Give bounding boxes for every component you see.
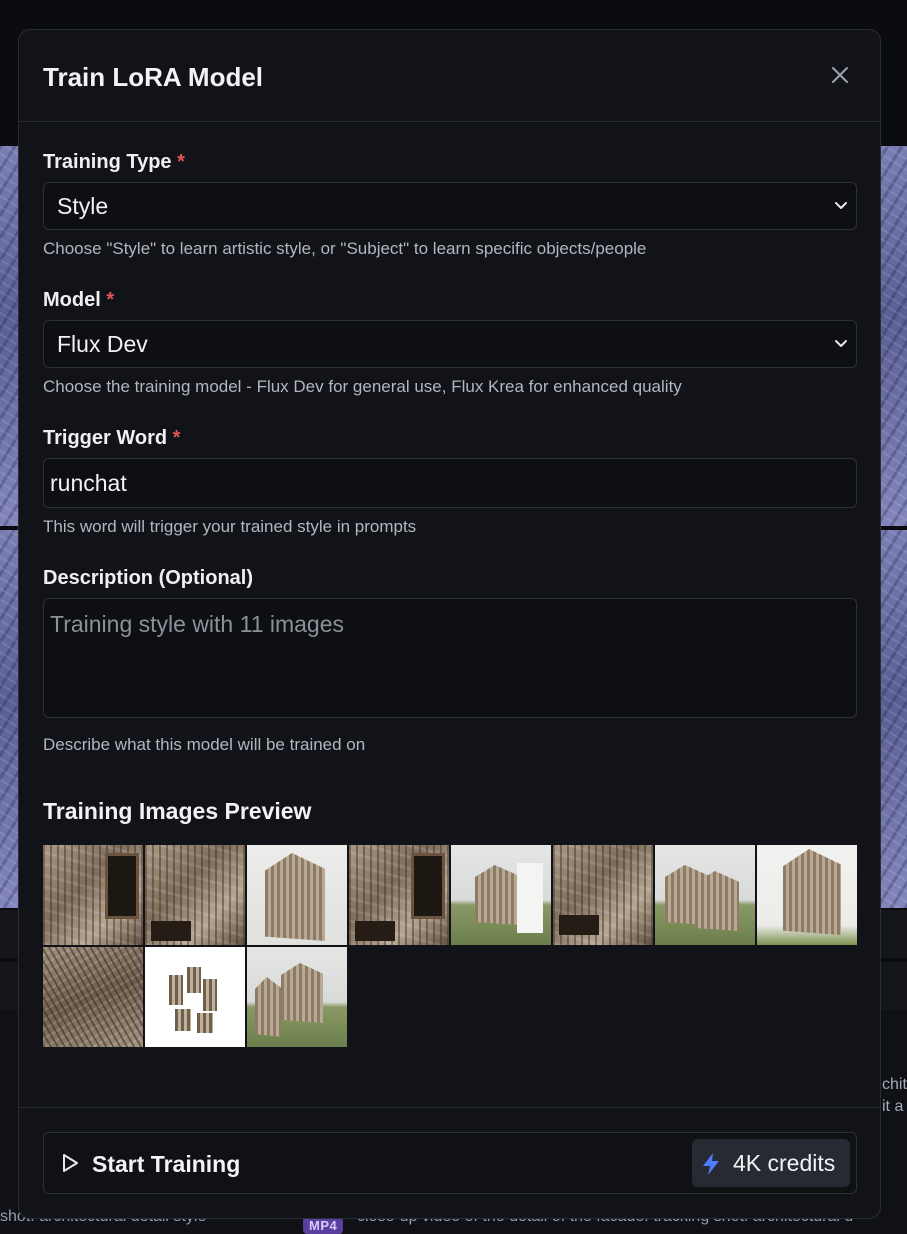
modal-title: Train LoRA Model (43, 62, 264, 92)
trigger-word-value: runchat (50, 469, 127, 496)
training-type-label: Training Type * (43, 151, 185, 173)
model-select[interactable]: Flux Dev (43, 320, 857, 368)
training-image-thumbnail[interactable] (247, 947, 347, 1047)
background-artwork (880, 530, 907, 908)
training-type-value: Style (57, 192, 109, 219)
credits-badge: 4K credits (692, 1139, 850, 1187)
training-image-thumbnail[interactable] (757, 845, 857, 945)
training-image-thumbnail[interactable] (349, 845, 449, 945)
training-image-thumbnail[interactable] (145, 947, 245, 1047)
model-hint: Choose the training model - Flux Dev for… (43, 377, 682, 396)
required-mark: * (172, 427, 181, 449)
required-mark: * (106, 289, 115, 311)
training-images-preview-title: Training Images Preview (43, 798, 312, 824)
credits-label: 4K credits (733, 1150, 836, 1176)
training-type-select[interactable]: Style (43, 182, 857, 230)
training-image-thumbnail[interactable] (145, 845, 245, 945)
training-image-thumbnail[interactable] (247, 845, 347, 945)
background-artwork (0, 530, 20, 908)
training-type-hint: Choose "Style" to learn artistic style, … (43, 239, 647, 258)
mp4-badge: MP4 (303, 1217, 344, 1234)
start-training-label: Start Training (92, 1151, 241, 1177)
chevron-down-icon (835, 202, 847, 209)
training-image-thumbnail[interactable] (43, 947, 143, 1047)
trigger-word-input[interactable]: runchat (43, 458, 857, 508)
background-artwork (880, 146, 907, 526)
background-artwork (0, 146, 20, 526)
required-mark: * (177, 151, 185, 173)
description-hint: Describe what this model will be trained… (43, 735, 366, 754)
description-textarea[interactable]: Training style with 11 images (43, 598, 857, 718)
model-value: Flux Dev (57, 330, 148, 357)
start-training-button[interactable]: Start Training 4K credits (43, 1132, 857, 1194)
training-image-thumbnail[interactable] (43, 845, 143, 945)
lightning-icon (703, 1153, 719, 1175)
training-image-thumbnail[interactable] (655, 845, 755, 945)
training-image-thumbnail[interactable] (553, 845, 653, 945)
description-placeholder: Training style with 11 images (50, 611, 345, 637)
modal-footer: Start Training 4K credits (19, 1107, 880, 1218)
model-label: Model * (43, 289, 115, 311)
chevron-down-icon (835, 340, 847, 347)
training-image-thumbnail[interactable] (451, 845, 551, 945)
train-lora-modal: Train LoRA Model Training Type * Style C… (18, 29, 881, 1219)
trigger-word-hint: This word will trigger your trained styl… (43, 517, 417, 536)
description-label: Description (Optional) (43, 567, 253, 589)
modal-header: Train LoRA Model (19, 30, 880, 122)
play-icon (63, 1154, 78, 1172)
close-icon (832, 67, 848, 83)
close-button[interactable] (829, 64, 851, 86)
trigger-word-label: Trigger Word * (43, 427, 181, 449)
background-caption-fragment: chit it a (882, 1076, 907, 1115)
